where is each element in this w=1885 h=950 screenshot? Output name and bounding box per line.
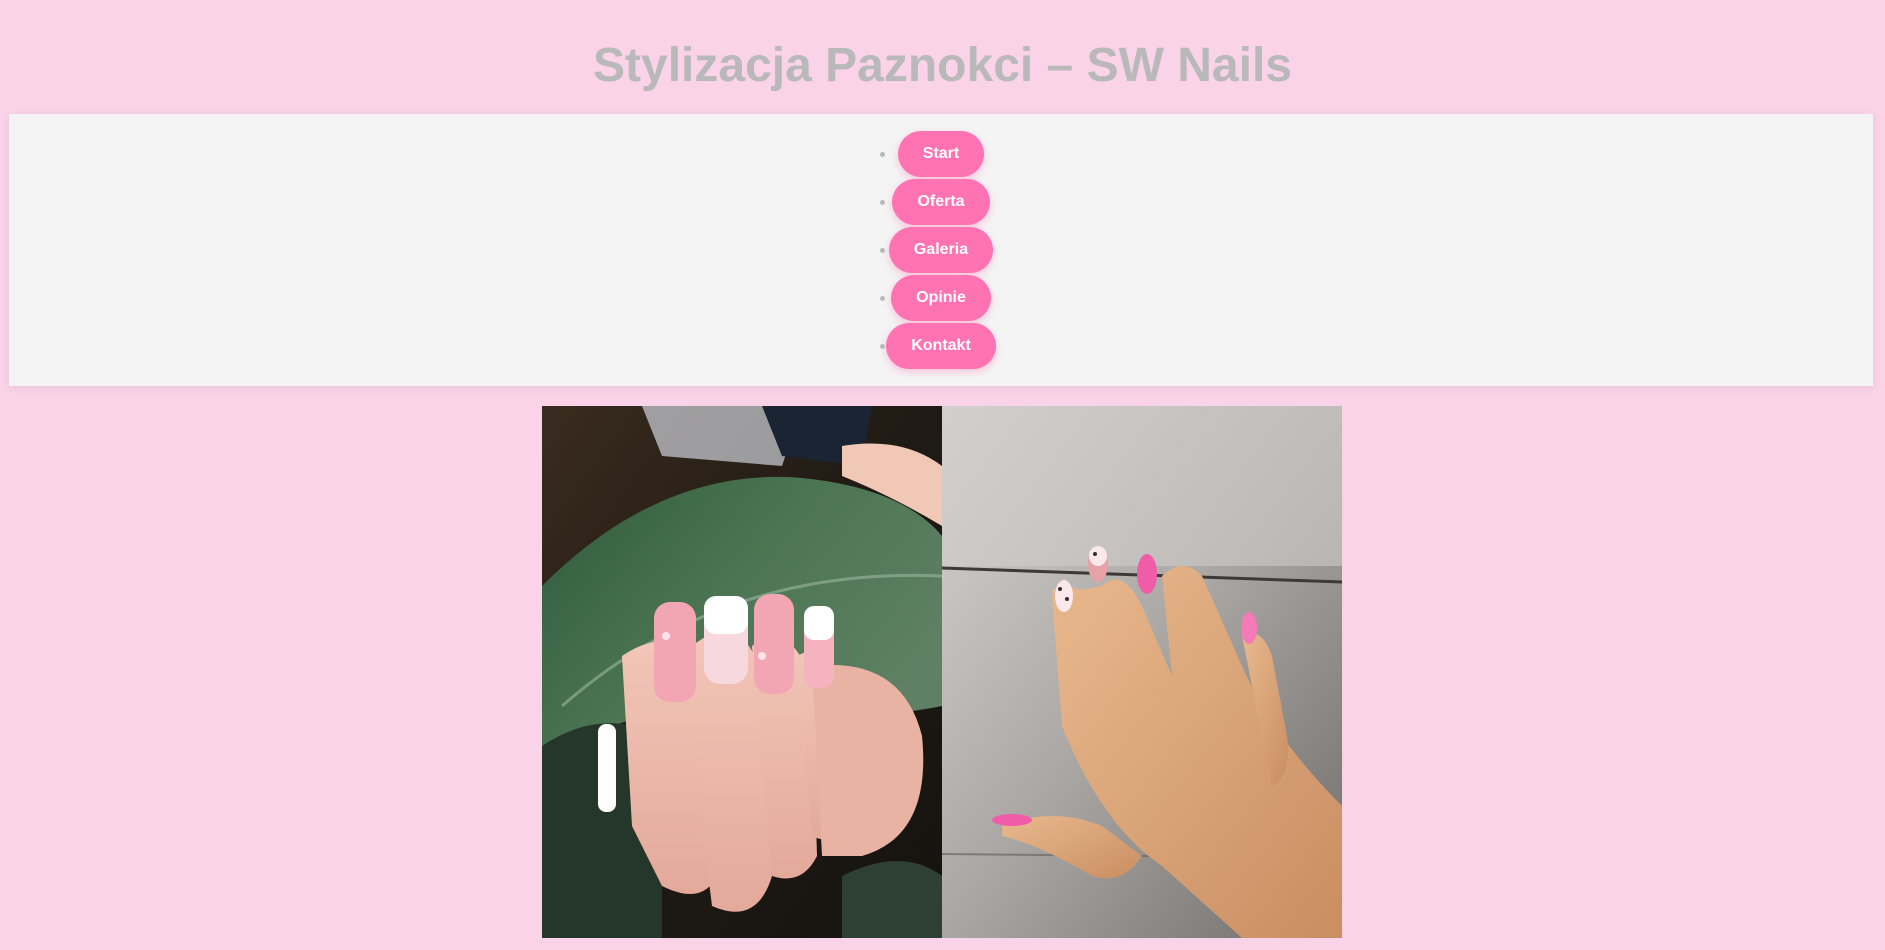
main-nav: Start Oferta Galeria Opinie Kontakt: [9, 114, 1873, 386]
nav-button-galeria[interactable]: Galeria: [888, 227, 994, 273]
gallery-photo-almond-nails: [942, 406, 1342, 938]
gallery: [542, 406, 1342, 938]
leaf-nails-image: [542, 406, 942, 938]
nav-button-kontakt[interactable]: Kontakt: [886, 323, 996, 369]
nav-item-oferta: Oferta: [9, 178, 1873, 226]
nav-item-opinie: Opinie: [9, 274, 1873, 322]
nav-button-oferta[interactable]: Oferta: [892, 179, 990, 225]
nav-item-galeria: Galeria: [9, 226, 1873, 274]
nav-list: Start Oferta Galeria Opinie Kontakt: [9, 130, 1873, 370]
nav-button-start[interactable]: Start: [897, 131, 985, 177]
almond-nails-image: [942, 406, 1342, 938]
nav-item-kontakt: Kontakt: [9, 322, 1873, 370]
site-header: Stylizacja Paznokci – SW Nails: [0, 0, 1885, 114]
page-title: Stylizacja Paznokci – SW Nails: [593, 39, 1292, 92]
nav-item-start: Start: [9, 130, 1873, 178]
gallery-photo-leaf-nails: [542, 406, 942, 938]
nav-button-opinie[interactable]: Opinie: [891, 275, 991, 321]
